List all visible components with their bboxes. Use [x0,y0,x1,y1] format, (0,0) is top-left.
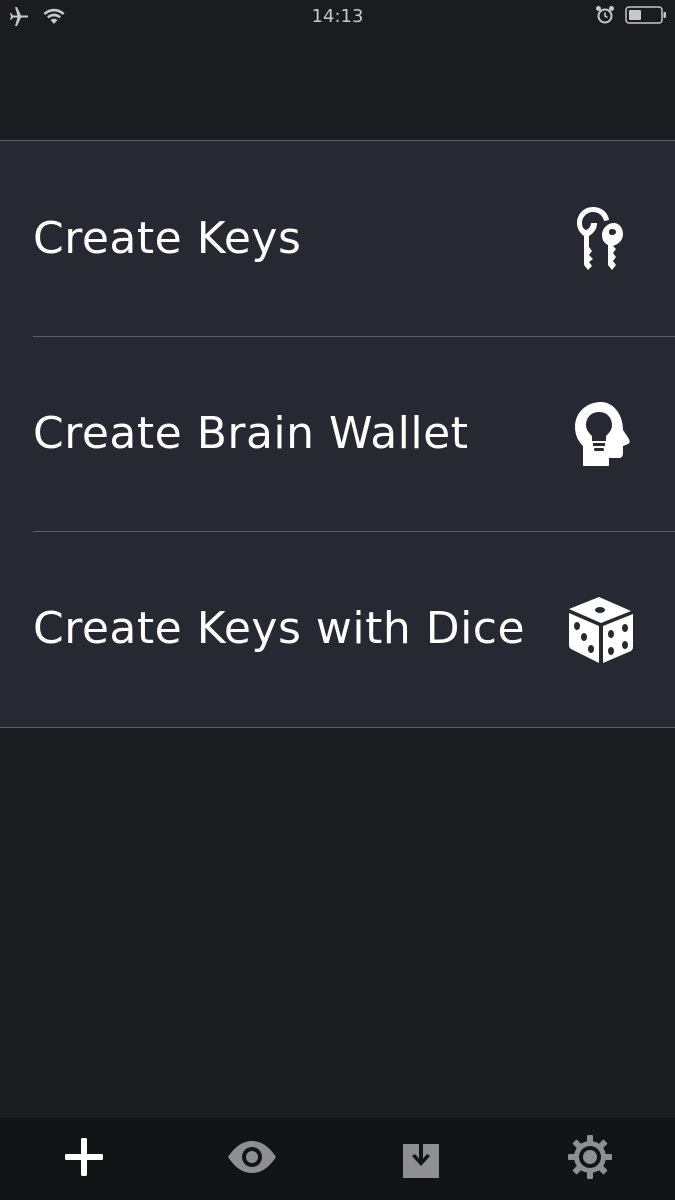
menu-item-label: Create Keys with Dice [33,603,526,654]
create-menu-list: Create Keys Create Brain Wallet Create K… [0,140,675,728]
menu-item-label: Create Brain Wallet [33,408,469,459]
status-bar: 14:13 [0,0,675,34]
menu-item-label: Create Keys [33,213,302,264]
tab-settings[interactable] [506,1118,674,1200]
alarm-icon [595,5,615,29]
eye-icon [226,1139,278,1179]
status-time: 14:13 [311,6,364,27]
plus-icon [63,1136,105,1182]
keys-icon [565,203,637,275]
tab-create[interactable] [0,1118,168,1200]
menu-item-create-keys[interactable]: Create Keys [0,141,675,336]
gear-icon [567,1134,613,1184]
menu-item-create-keys-with-dice[interactable]: Create Keys with Dice [0,531,675,726]
brain-head-icon [565,398,637,470]
dice-icon [565,593,637,665]
tab-import[interactable] [337,1118,505,1200]
tab-view[interactable] [168,1118,336,1200]
tab-bar [0,1118,675,1200]
import-icon [401,1134,441,1184]
menu-item-create-brain-wallet[interactable]: Create Brain Wallet [0,336,675,531]
battery-icon [625,5,667,29]
